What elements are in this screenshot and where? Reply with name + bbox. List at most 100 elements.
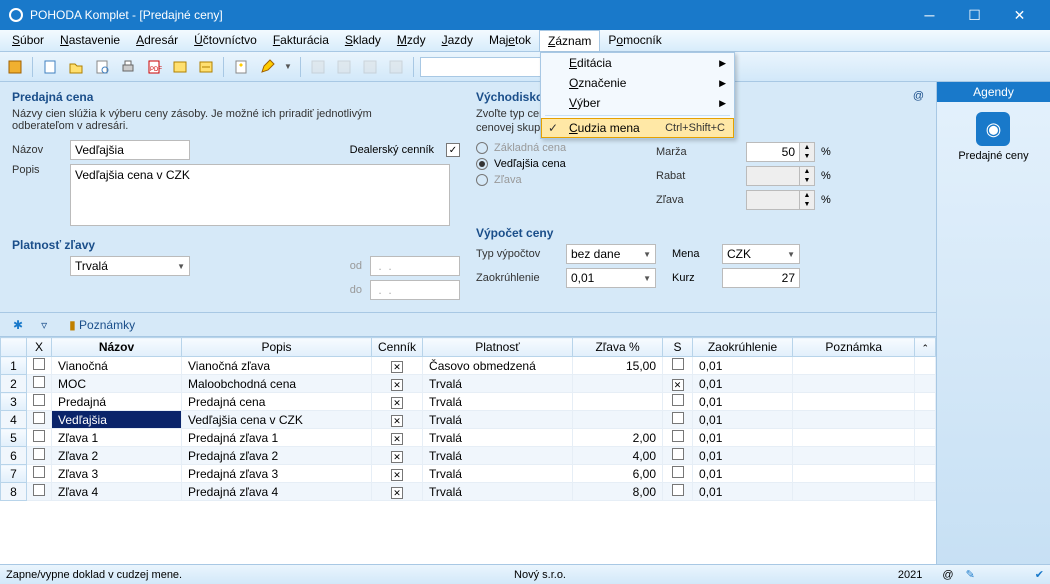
table-row[interactable]: 3PredajnáPredajná cena✕Trvalá0,01 <box>1 393 936 411</box>
marza-input[interactable]: ▲▼ <box>746 142 815 162</box>
menu-účtovníctvo[interactable]: Účtovníctvo <box>186 30 265 51</box>
menu-adresár[interactable]: Adresár <box>128 30 186 51</box>
preview-icon[interactable] <box>91 56 113 78</box>
menu-item-výber[interactable]: Výber▶ <box>541 93 734 113</box>
table-row[interactable]: 7Zľava 3Predajná zľava 3✕Trvalá6,000,01 <box>1 465 936 483</box>
status-edit-icon: ✎ <box>966 568 975 581</box>
nazov-label: Názov <box>12 144 70 156</box>
menu-pomocník[interactable]: Pomocník <box>600 30 669 51</box>
col-header[interactable]: Názov <box>52 338 182 357</box>
tab-star[interactable]: ✱ <box>6 314 30 336</box>
col-header[interactable]: Zľava % <box>573 338 663 357</box>
col-header[interactable]: X <box>27 338 52 357</box>
radio-zlava[interactable] <box>476 174 488 186</box>
menu-záznam[interactable]: ZáznamEditácia▶Označenie▶Výber▶✓Cudzia m… <box>539 30 600 51</box>
tool-c[interactable] <box>359 56 381 78</box>
agenda-icon: ◉ <box>976 112 1010 146</box>
menu-súbor[interactable]: Súbor <box>4 30 52 51</box>
od-label: od <box>322 260 362 272</box>
agenda-item[interactable]: ◉ Predajné ceny <box>958 112 1028 162</box>
popis-input[interactable] <box>70 164 450 226</box>
new-record-icon[interactable] <box>230 56 252 78</box>
toolbar: PDF ▼ ▼ ⤢ ? ▼ <box>0 52 1050 82</box>
dealer-checkbox[interactable]: ✓ <box>446 143 460 157</box>
data-grid[interactable]: XNázovPopisCenníkPlatnosťZľava %SZaokrúh… <box>0 337 936 564</box>
col-header[interactable]: Poznámka <box>793 338 915 357</box>
sidebar: Agendy ◉ Predajné ceny <box>936 82 1050 564</box>
status-year: 2021 <box>898 569 922 581</box>
radio-zakladna[interactable] <box>476 142 488 154</box>
close-button[interactable]: ✕ <box>997 0 1042 30</box>
platnost-title: Platnosť zľavy <box>12 238 460 252</box>
rabat-input[interactable]: ▲▼ <box>746 166 815 186</box>
menu-item-označenie[interactable]: Označenie▶ <box>541 73 734 93</box>
menu-majetok[interactable]: Majetok <box>481 30 539 51</box>
nazov-input[interactable] <box>70 140 190 160</box>
new-icon[interactable] <box>39 56 61 78</box>
window-title: POHODA Komplet - [Predajné ceny] <box>30 8 907 22</box>
table-row[interactable]: 6Zľava 2Predajná zľava 2✕Trvalá4,000,01 <box>1 447 936 465</box>
status-company: Nový s.r.o. <box>514 569 566 581</box>
col-header[interactable]: Platnosť <box>423 338 573 357</box>
dropdown-icon[interactable]: ▼ <box>282 56 294 78</box>
tool-7[interactable] <box>169 56 191 78</box>
col-header[interactable]: Popis <box>182 338 372 357</box>
app-icon <box>8 7 24 23</box>
maximize-button[interactable]: ☐ <box>952 0 997 30</box>
tool-1[interactable] <box>4 56 26 78</box>
typ-select[interactable]: bez dane▼ <box>566 244 656 264</box>
dealer-label: Dealerský cenník <box>350 144 434 156</box>
menu-jazdy[interactable]: Jazdy <box>434 30 481 51</box>
menu-fakturácia[interactable]: Fakturácia <box>265 30 337 51</box>
tool-d[interactable] <box>385 56 407 78</box>
edit-icon[interactable] <box>256 56 278 78</box>
do-input[interactable] <box>370 280 460 300</box>
tab-poznamky[interactable]: ▮ Poznámky <box>58 314 146 336</box>
table-row[interactable]: 4VedľajšiaVedľajšia cena v CZK✕Trvalá0,0… <box>1 411 936 429</box>
panel-left: Predajná cena Názvy cien slúžia k výberu… <box>12 90 460 304</box>
col-header[interactable]: Cenník <box>372 338 423 357</box>
menu-nastavenie[interactable]: Nastavenie <box>52 30 128 51</box>
table-row[interactable]: 2MOCMaloobchodná cena✕Trvalá✕0,01 <box>1 375 936 393</box>
table-row[interactable]: 5Zľava 1Predajná zľava 1✕Trvalá2,000,01 <box>1 429 936 447</box>
platnost-select[interactable]: Trvalá▼ <box>70 256 190 276</box>
panel-left-title: Predajná cena <box>12 90 460 104</box>
vypocet-title: Výpočet ceny <box>476 226 924 240</box>
panel-left-desc: Názvy cien slúžia k výberu ceny zásoby. … <box>12 108 432 132</box>
tool-b[interactable] <box>333 56 355 78</box>
print-icon[interactable] <box>117 56 139 78</box>
col-header[interactable]: S <box>663 338 693 357</box>
do-label: do <box>322 284 362 296</box>
menubar: SúborNastavenieAdresárÚčtovníctvoFakturá… <box>0 30 1050 52</box>
status-at: @ <box>942 569 953 581</box>
titlebar: POHODA Komplet - [Predajné ceny] ─ ☐ ✕ <box>0 0 1050 30</box>
popis-label: Popis <box>12 164 70 176</box>
mena-select[interactable]: CZK▼ <box>722 244 800 264</box>
table-row[interactable]: 1VianočnáVianočná zľava✕Časovo obmedzená… <box>1 357 936 375</box>
tab-filter[interactable]: ▿ <box>34 314 54 336</box>
col-header[interactable] <box>1 338 27 357</box>
menu-item-cudzia-mena[interactable]: ✓Cudzia menaCtrl+Shift+C <box>541 118 734 138</box>
statusbar: Zapne/vypne doklad v cudzej mene. Nový s… <box>0 564 1050 584</box>
table-row[interactable]: 8Zľava 4Predajná zľava 4✕Trvalá8,000,01 <box>1 483 936 501</box>
open-icon[interactable] <box>65 56 87 78</box>
at-symbol: @ <box>913 90 924 108</box>
col-header[interactable]: Zaokrúhlenie <box>693 338 793 357</box>
minimize-button[interactable]: ─ <box>907 0 952 30</box>
kurz-input[interactable] <box>722 268 800 288</box>
pdf-icon[interactable]: PDF <box>143 56 165 78</box>
menu-sklady[interactable]: Sklady <box>337 30 389 51</box>
zlava-input[interactable]: ▲▼ <box>746 190 815 210</box>
zaznam-menu-popup: Editácia▶Označenie▶Výber▶ ✓Cudzia menaCtr… <box>540 52 735 139</box>
svg-text:PDF: PDF <box>150 67 162 73</box>
tool-a[interactable] <box>307 56 329 78</box>
status-left: Zapne/vypne doklad v cudzej mene. <box>6 569 182 581</box>
sidebar-header: Agendy <box>937 82 1050 102</box>
menu-mzdy[interactable]: Mzdy <box>389 30 434 51</box>
status-ok-icon: ✔ <box>1035 568 1044 581</box>
zaokr-select[interactable]: 0,01▼ <box>566 268 656 288</box>
od-input[interactable] <box>370 256 460 276</box>
tool-8[interactable] <box>195 56 217 78</box>
menu-item-editácia[interactable]: Editácia▶ <box>541 53 734 73</box>
radio-vedlajsia[interactable] <box>476 158 488 170</box>
